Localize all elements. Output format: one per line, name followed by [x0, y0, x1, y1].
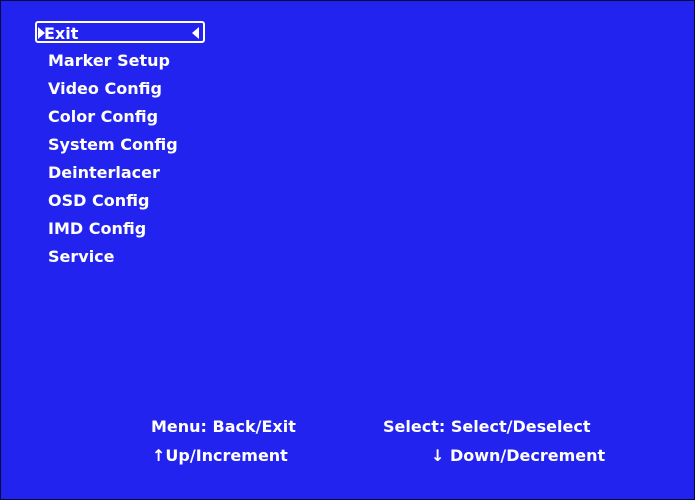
menu-item-label: OSD Config: [48, 191, 150, 210]
down-key-hint: ↓ Down/Decrement: [431, 446, 606, 465]
menu-item-system-config[interactable]: System Config: [35, 131, 205, 159]
menu-item-osd-config[interactable]: OSD Config: [35, 187, 205, 215]
menu-item-label: Video Config: [48, 79, 162, 98]
selection-right-arrow-icon: [38, 27, 45, 39]
up-key-hint: ↑Up/Increment: [152, 446, 288, 465]
menu-item-label: Exit: [44, 24, 79, 43]
osd-menu-screen: Exit Marker Setup Video Config Color Con…: [0, 0, 695, 500]
menu-item-deinterlacer[interactable]: Deinterlacer: [35, 159, 205, 187]
menu-item-label: Deinterlacer: [48, 163, 160, 182]
menu-item-exit[interactable]: Exit: [35, 21, 205, 43]
menu-item-label: IMD Config: [48, 219, 147, 238]
selection-left-arrow-icon: [192, 27, 199, 39]
main-menu: Exit Marker Setup Video Config Color Con…: [35, 21, 205, 271]
menu-item-service[interactable]: Service: [35, 243, 205, 271]
select-key-hint: Select: Select/Deselect: [383, 417, 591, 436]
menu-item-label: Service: [48, 247, 115, 266]
menu-item-video-config[interactable]: Video Config: [35, 75, 205, 103]
menu-key-hint: Menu: Back/Exit: [151, 417, 296, 436]
menu-item-label: Color Config: [48, 107, 159, 126]
menu-item-imd-config[interactable]: IMD Config: [35, 215, 205, 243]
menu-item-label: Marker Setup: [48, 51, 170, 70]
menu-item-label: System Config: [48, 135, 178, 154]
menu-item-color-config[interactable]: Color Config: [35, 103, 205, 131]
menu-item-marker-setup[interactable]: Marker Setup: [35, 47, 205, 75]
